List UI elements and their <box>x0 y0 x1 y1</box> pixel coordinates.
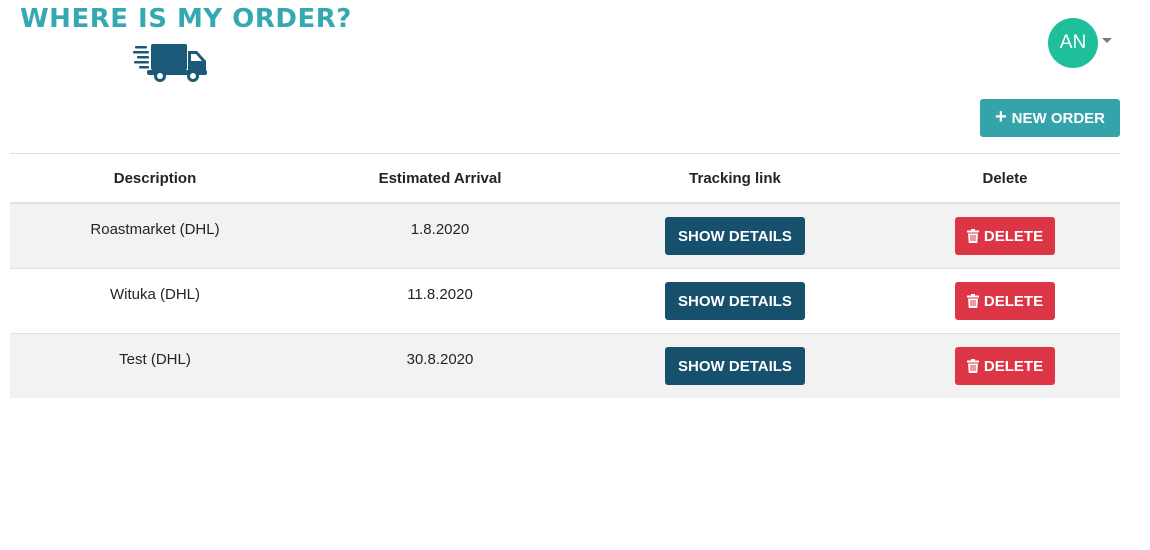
delivery-truck-icon <box>133 44 207 82</box>
header-delete: Delete <box>890 153 1120 204</box>
delete-label: DELETE <box>983 292 1044 310</box>
app-logo[interactable]: WHERE IS MY ORDER? <box>20 4 351 86</box>
orders-table: Description Estimated Arrival Tracking l… <box>10 153 1120 398</box>
user-avatar[interactable]: AN <box>1048 18 1098 68</box>
delete-button[interactable]: DELETE <box>955 282 1055 320</box>
order-estimated-arrival: 1.8.2020 <box>410 221 470 238</box>
trash-icon <box>966 294 979 308</box>
header-estimated-arrival: Estimated Arrival <box>300 153 580 204</box>
show-details-button[interactable]: SHOW DETAILS <box>665 347 805 385</box>
table-header: Description Estimated Arrival Tracking l… <box>10 153 1120 204</box>
caret-down-icon[interactable] <box>1102 38 1112 43</box>
delete-button[interactable]: DELETE <box>955 217 1055 255</box>
table-row: Wituka (DHL) 11.8.2020 SHOW DETAILS DELE… <box>10 268 1120 334</box>
order-description: Test (DHL) <box>119 351 191 368</box>
trash-icon <box>966 229 979 243</box>
delete-label: DELETE <box>983 357 1044 375</box>
logo-text: WHERE IS MY ORDER? <box>20 4 352 34</box>
show-details-button[interactable]: SHOW DETAILS <box>665 217 805 255</box>
order-estimated-arrival: 30.8.2020 <box>406 351 474 368</box>
order-description: Wituka (DHL) <box>109 286 200 303</box>
plus-icon: + <box>994 106 1007 128</box>
new-order-label: NEW ORDER <box>1011 109 1106 127</box>
page: WHERE IS MY ORDER? AN + NEW ORDER Descri… <box>0 0 1150 550</box>
header-description: Description <box>10 153 300 204</box>
delete-label: DELETE <box>983 227 1044 245</box>
trash-icon <box>966 359 979 373</box>
order-estimated-arrival: 11.8.2020 <box>407 286 473 303</box>
header-tracking-link: Tracking link <box>580 153 890 204</box>
delete-button[interactable]: DELETE <box>955 347 1055 385</box>
table-row: Roastmarket (DHL) 1.8.2020 SHOW DETAILS <box>10 202 1120 269</box>
order-description: Roastmarket (DHL) <box>90 221 220 238</box>
show-details-button[interactable]: SHOW DETAILS <box>665 282 805 320</box>
new-order-button[interactable]: + NEW ORDER <box>980 99 1120 137</box>
table-row: Test (DHL) 30.8.2020 SHOW DETAILS DELETE <box>10 333 1120 398</box>
